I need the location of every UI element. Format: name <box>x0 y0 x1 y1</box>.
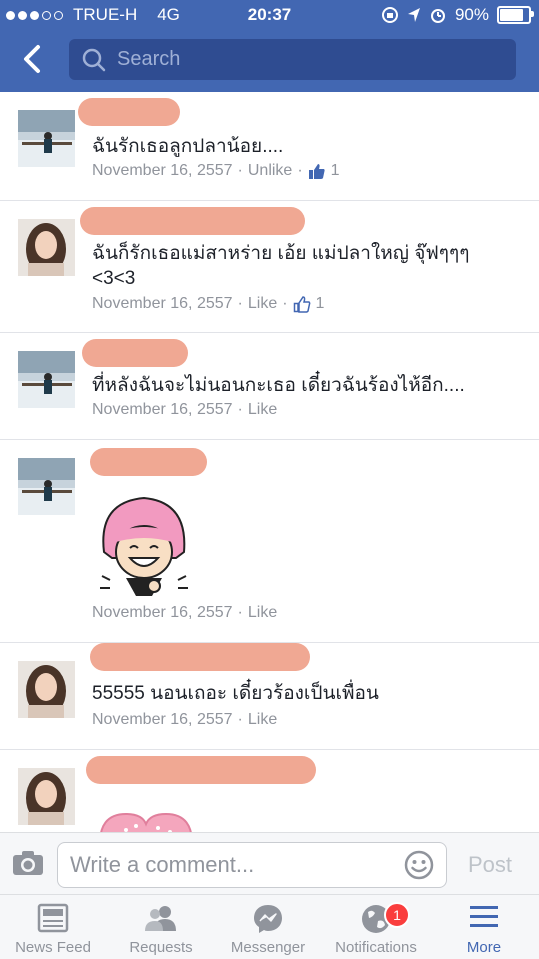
battery-icon <box>497 6 534 24</box>
sticker-image[interactable] <box>96 492 192 600</box>
comment-meta: November 16, 2557 · Like · 1 <box>92 295 325 313</box>
friend-requests-icon <box>145 906 176 931</box>
bottom-tab-bar: News Feed Requests Messenger 1 Notificat… <box>0 894 539 959</box>
comment-meta: November 16, 2557 · Like <box>92 401 278 419</box>
comment-date: November 16, 2557 <box>92 162 233 179</box>
author-name-redacted[interactable] <box>78 98 180 126</box>
like-thumb-icon <box>293 296 310 313</box>
alarm-icon <box>430 9 445 23</box>
comment-item: November 16, 2557 · Like <box>0 440 539 643</box>
chevron-left-icon <box>24 45 40 73</box>
author-name-redacted[interactable] <box>80 207 305 235</box>
avatar[interactable] <box>18 768 75 825</box>
post-button[interactable]: Post <box>468 852 512 878</box>
comment-date: November 16, 2557 <box>92 401 233 418</box>
tab-requests[interactable]: Requests <box>111 895 211 959</box>
tab-news-feed[interactable]: News Feed <box>3 895 103 959</box>
avatar[interactable] <box>18 219 75 276</box>
smiley-icon <box>404 850 434 880</box>
navigation-header: TRUE-H 4G 20:37 90% Search <box>0 0 539 92</box>
like-thumb-icon <box>308 164 325 179</box>
status-bar: TRUE-H 4G 20:37 90% <box>0 0 539 30</box>
comment-text: ที่หลังฉันจะไม่นอนกะเธอ เดี๋ยวฉันร้องไห้… <box>92 375 465 396</box>
rotation-lock-icon <box>381 7 398 23</box>
comment-meta: November 16, 2557 · Like <box>92 604 278 622</box>
news-feed-icon <box>37 903 69 933</box>
avatar-photo <box>18 661 75 718</box>
like-count[interactable]: 1 <box>316 295 325 313</box>
comment-input[interactable]: Write a comment... <box>57 842 447 888</box>
comment-text: ฉันก็รักเธอแม่สาหร่าย เอ้ย แม่ปลาใหญ่ จุ… <box>92 243 470 289</box>
like-link[interactable]: Like <box>248 711 277 729</box>
notification-badge: 1 <box>384 902 410 928</box>
comment-text: 55555 นอนเถอะ เดี๋ยวร้องเป็นเพื่อน <box>92 683 379 704</box>
like-link[interactable]: Like <box>248 401 277 419</box>
location-icon <box>407 8 420 22</box>
tab-label: Notifications <box>335 939 417 956</box>
avatar[interactable] <box>18 110 75 167</box>
author-name-redacted[interactable] <box>86 756 316 784</box>
tab-more[interactable]: More <box>434 895 534 959</box>
comment-date: November 16, 2557 <box>92 711 233 728</box>
comment-item: ที่หลังฉันจะไม่นอนกะเธอ เดี๋ยวฉันร้องไห้… <box>0 333 539 440</box>
tab-messenger[interactable]: Messenger <box>218 895 318 959</box>
avatar[interactable] <box>18 458 75 515</box>
author-name-redacted[interactable] <box>90 643 310 671</box>
comment-item: ฉันรักเธอลูกปลาน้อย.... November 16, 255… <box>0 92 539 201</box>
unlike-link[interactable]: Unlike <box>248 162 292 180</box>
search-icon <box>82 48 106 72</box>
sticker-button[interactable] <box>404 850 434 885</box>
search-placeholder: Search <box>117 48 181 70</box>
like-count[interactable]: 1 <box>331 162 340 180</box>
author-name-redacted[interactable] <box>90 448 207 476</box>
comment-meta: November 16, 2557 · Unlike · 1 <box>92 162 340 180</box>
avatar-photo <box>18 768 75 825</box>
tab-label: More <box>466 939 502 956</box>
menu-icon <box>470 906 498 927</box>
comment-date: November 16, 2557 <box>92 604 233 621</box>
comment-item <box>0 750 539 840</box>
camera-button[interactable] <box>12 850 44 881</box>
like-link[interactable]: Like <box>248 604 277 622</box>
comment-meta: November 16, 2557 · Like <box>92 711 278 729</box>
camera-icon <box>13 851 43 875</box>
battery-percent: 90% <box>454 5 489 24</box>
avatar-photo <box>18 110 75 167</box>
tab-label: News Feed <box>15 939 91 956</box>
avatar-photo <box>18 458 75 515</box>
tab-label: Messenger <box>230 939 306 956</box>
like-link[interactable]: Like <box>248 295 277 313</box>
messenger-icon <box>254 905 282 933</box>
comment-date: November 16, 2557 <box>92 295 233 312</box>
tab-label: Requests <box>129 939 193 956</box>
comment-list: ฉันรักเธอลูกปลาน้อย.... November 16, 255… <box>0 92 539 840</box>
comment-composer: Write a comment... Post <box>0 832 539 895</box>
tab-notifications[interactable]: 1 Notifications <box>326 895 426 959</box>
avatar-photo <box>18 219 75 276</box>
comment-placeholder: Write a comment... <box>70 852 255 877</box>
back-button[interactable] <box>16 42 50 76</box>
avatar-photo <box>18 351 75 408</box>
avatar[interactable] <box>18 351 75 408</box>
comment-text: ฉันรักเธอลูกปลาน้อย.... <box>92 136 284 157</box>
author-name-redacted[interactable] <box>82 339 188 367</box>
comment-item: ฉันก็รักเธอแม่สาหร่าย เอ้ย แม่ปลาใหญ่ จุ… <box>0 201 539 333</box>
search-input[interactable]: Search <box>69 39 516 80</box>
avatar[interactable] <box>18 661 75 718</box>
comment-item: 55555 นอนเถอะ เดี๋ยวร้องเป็นเพื่อน Novem… <box>0 643 539 750</box>
